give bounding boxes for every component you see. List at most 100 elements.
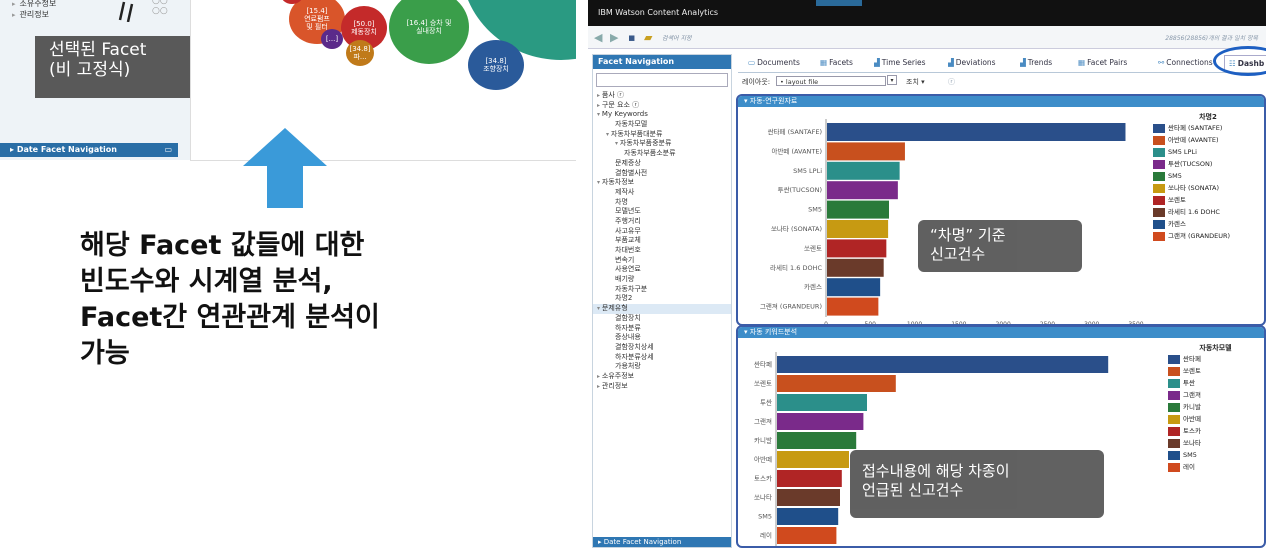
facet-tree-item[interactable]: 차명 [593, 198, 731, 208]
chart-bar[interactable] [827, 220, 889, 238]
legend-item[interactable]: 쏘나타 (SONATA) [1153, 182, 1263, 194]
facet-tree-item[interactable]: ▸ 구문 요소 ⓡ [593, 101, 731, 111]
facet-tree-item[interactable]: 모델년도 [593, 207, 731, 217]
legend-item[interactable]: 쏘렌토 [1153, 194, 1263, 206]
facet-tree-item[interactable]: 결함장치 [593, 314, 731, 324]
chart-bar[interactable] [827, 181, 898, 200]
facet-tree-item[interactable]: ▸ 관리정보 [593, 382, 731, 392]
cluster-bubble[interactable]: [16.4] 승차 및 실내장치 [389, 0, 469, 64]
facet-search-input[interactable] [596, 73, 728, 87]
legend-item[interactable]: 쏘렌토 [1168, 365, 1263, 377]
chart-bar[interactable] [827, 258, 884, 277]
facet-tree-item[interactable]: 문제증상 [593, 159, 731, 169]
legend-item[interactable]: SM5 [1168, 449, 1263, 461]
legend-item[interactable]: SM5 [1153, 170, 1263, 182]
facet-tree-item[interactable]: ▸ 품사 ⓡ [593, 91, 731, 101]
tab-documents[interactable]: ▭ Documents [748, 55, 800, 70]
cluster-bubble[interactable]: [34.8] 파... [346, 40, 374, 66]
dropdown-icon[interactable]: ▾ [887, 75, 897, 85]
chart-bar[interactable] [827, 297, 879, 316]
legend-item[interactable]: 아반떼 (AVANTE) [1153, 134, 1263, 146]
legend-item[interactable]: 그랜져 (GRANDEUR) [1153, 230, 1263, 242]
tab-deviations[interactable]: ▟ Deviations [948, 55, 996, 70]
facet-tree-item[interactable]: 사용연료 [593, 265, 731, 275]
legend-item[interactable]: 라세티 1.6 DOHC [1153, 206, 1263, 218]
facet-tree-item[interactable]: 하자분류 [593, 324, 731, 334]
facet-tree-item[interactable]: 가용처랑 [593, 362, 731, 372]
save-icon[interactable]: ▪ [628, 31, 635, 44]
search-link[interactable]: 검색어 지정 [662, 33, 692, 42]
facet-tree-item[interactable]: 차명2 [593, 294, 731, 304]
chart-bar[interactable] [827, 239, 887, 258]
chart-bar[interactable] [827, 123, 1126, 141]
layout-select[interactable]: • layout file [776, 76, 886, 86]
facet-tree-item[interactable]: ▾ 자동차부품중분류 [593, 139, 731, 149]
toggle-icons[interactable]: ○○ ○○ [152, 0, 168, 16]
facet-item-management[interactable]: ▸ 관리정보 [12, 9, 49, 20]
chart-bar[interactable] [777, 508, 839, 525]
facet-tree-item[interactable]: 변속기 [593, 256, 731, 266]
chart-bar[interactable] [777, 413, 864, 430]
cluster-bubble[interactable]: [34.8] 조향장치 [468, 40, 524, 90]
facet-tree-item[interactable]: ▾ My Keywords [593, 110, 731, 120]
facet-tree-item[interactable]: ▸ 소유주정보 [593, 372, 731, 382]
chart-bar[interactable] [777, 394, 867, 411]
facet-item-owner[interactable]: ▸ 소유주정보 [12, 0, 56, 9]
facet-tree-item[interactable]: 자동차부품소분류 [593, 149, 731, 159]
tab-time-series[interactable]: ▟ Time Series [874, 55, 926, 70]
tab-facet-pairs[interactable]: ▦ Facet Pairs [1078, 55, 1127, 70]
legend-item[interactable]: 싼타페 [1168, 353, 1263, 365]
widget-header[interactable]: ▾ 자동 키워드분석 [738, 327, 1264, 338]
chart-bar[interactable] [777, 489, 840, 506]
query-menu[interactable]: 조치 ▾ [906, 77, 925, 87]
facet-tree-item[interactable]: 배기량 [593, 275, 731, 285]
facet-tree-item[interactable]: 자동차구분 [593, 285, 731, 295]
chart-bar[interactable] [777, 356, 1109, 373]
chart-bar[interactable] [777, 470, 842, 487]
chart-bar[interactable] [827, 278, 881, 297]
legend-item[interactable]: 투싼 [1168, 377, 1263, 389]
legend-item[interactable]: 싼타페 (SANTAFE) [1153, 122, 1263, 134]
legend-item[interactable]: 토스카 [1168, 425, 1263, 437]
chart-bar[interactable] [827, 161, 900, 180]
facet-tree-item[interactable]: 증상내용 [593, 333, 731, 343]
facet-navigation-header[interactable]: Facet Navigation [593, 55, 731, 69]
chart-bar[interactable] [827, 142, 905, 161]
facet-tree-item[interactable]: 자동차모델 [593, 120, 731, 130]
chart-bar[interactable] [777, 451, 849, 468]
facet-tree-item[interactable]: ▾ 문제유형 [593, 304, 731, 314]
facet-tree-item[interactable]: 결함장치상세 [593, 343, 731, 353]
facet-tree-item[interactable]: 부품교체 [593, 236, 731, 246]
facet-tree-item[interactable]: 차대번호 [593, 246, 731, 256]
cluster-bubble[interactable]: [...] [321, 29, 343, 49]
legend-item[interactable]: 쏘나타 [1168, 437, 1263, 449]
tab-facets[interactable]: ▦ Facets [820, 55, 853, 70]
facet-tree-item[interactable]: ▾ 자동차부품대분류 [593, 130, 731, 140]
tab-trends[interactable]: ▟ Trends [1020, 55, 1052, 70]
tab-connections[interactable]: ⚯ Connections [1158, 55, 1213, 70]
facet-tree-item[interactable]: ▾ 자동차정보 [593, 178, 731, 188]
chart-bar[interactable] [777, 527, 837, 544]
collapse-icon[interactable]: ▭ [164, 143, 172, 157]
facet-tree-item[interactable]: 결함별사전 [593, 169, 731, 179]
forward-icon[interactable]: ▶ [610, 31, 618, 44]
chart-bar[interactable] [777, 375, 896, 392]
legend-item[interactable]: 투싼(TUCSON) [1153, 158, 1263, 170]
folder-icon[interactable]: ▰ [644, 31, 652, 44]
help-icon[interactable]: ⓡ [948, 77, 955, 87]
facet-tree-item[interactable]: 하자분류상세 [593, 353, 731, 363]
widget-header[interactable]: ▾ 자동-연구원자료 [738, 96, 1264, 107]
facet-tree-item[interactable]: 제작사 [593, 188, 731, 198]
legend-item[interactable]: 그랜져 [1168, 389, 1263, 401]
date-facet-navigation-footer[interactable]: ▸ Date Facet Navigation [593, 537, 731, 547]
legend-item[interactable]: 아반떼 [1168, 413, 1263, 425]
legend-item[interactable]: SM5 LPLi [1153, 146, 1263, 158]
date-facet-navigation-header[interactable]: ▸ Date Facet Navigation ▭ [0, 143, 178, 157]
legend-item[interactable]: 카렌스 [1153, 218, 1263, 230]
chart-bar[interactable] [777, 432, 857, 449]
back-icon[interactable]: ◀ [594, 31, 602, 44]
legend-item[interactable]: 레이 [1168, 461, 1263, 473]
chart-bar[interactable] [827, 200, 889, 219]
legend-item[interactable]: 카니발 [1168, 401, 1263, 413]
facet-tree-item[interactable]: 주행거리 [593, 217, 731, 227]
